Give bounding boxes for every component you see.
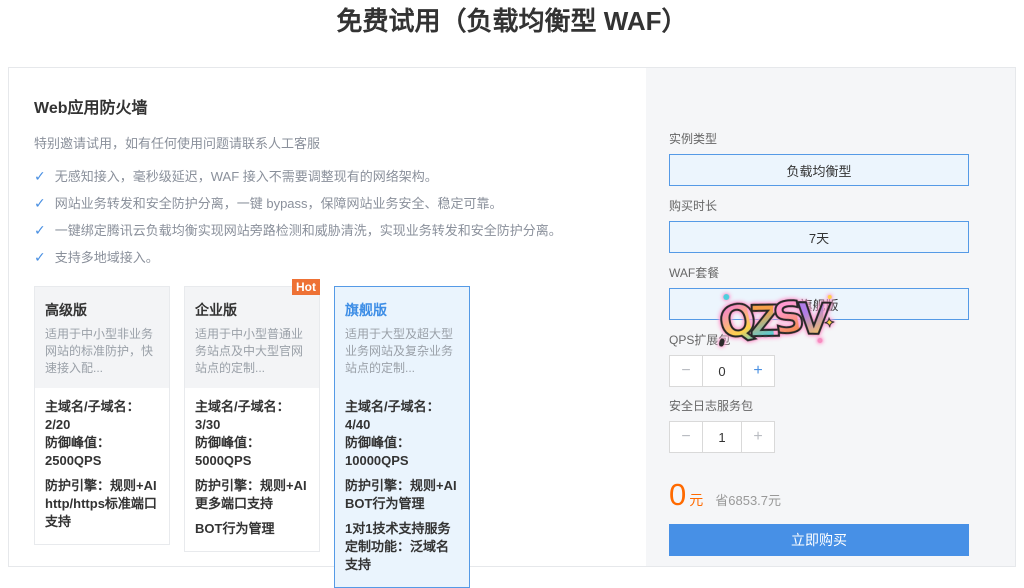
feature-bullet: ✓ 无感知接入，毫秒级延迟，WAF 接入不需要调整现有的网络架构。 — [34, 163, 646, 190]
feature-bullet: ✓ 一键绑定腾讯云负载均衡实现网站旁路检测和威胁清洗，实现业务转发和安全防护分离。 — [34, 217, 646, 244]
price-savings: 省6853.7元 — [715, 490, 781, 509]
plan-feature: 防御峰值：10000QPS — [345, 434, 459, 470]
product-subtitle: 特别邀请试用，如有任何使用问题请联系人工客服 — [34, 133, 646, 152]
plan-feature: http/https标准端口支持 — [45, 495, 159, 531]
feature-bullet: ✓ 支持多地域接入。 — [34, 244, 646, 271]
log-pack-value-input[interactable]: 1 — [702, 422, 742, 452]
plan-card-enterprise[interactable]: Hot企业版适用于中小型普通业务站点及中大型官网站点的定制...主域名/子域名：… — [184, 286, 320, 552]
feature-bullet-text: 支持多地域接入。 — [55, 244, 159, 271]
check-icon: ✓ — [34, 217, 46, 244]
plan-feature: 主域名/子域名：4/40 — [345, 398, 459, 434]
product-title: Web应用防火墙 — [34, 94, 646, 118]
plan-features: 主域名/子域名：4/40防御峰值：10000QPS 防护引擎：规则+AIBOT行为… — [335, 388, 469, 587]
plan-card-advanced[interactable]: 高级版适用于中小型非业务网站的标准防护，快速接入配...主域名/子域名：2/20… — [34, 286, 170, 545]
plan-card-header: 企业版适用于中小型普通业务站点及中大型官网站点的定制... — [185, 287, 319, 388]
feature-bullet: ✓ 网站业务转发和安全防护分离，一键 bypass，保障网站业务安全、稳定可靠。 — [34, 190, 646, 217]
plan-feature: 防御峰值：5000QPS — [195, 434, 309, 470]
buy-now-button[interactable]: 立即购买 — [669, 524, 969, 556]
qps-pack-stepper: −0+ — [669, 355, 775, 387]
plan-feature-group: 主域名/子域名：2/20防御峰值：2500QPS — [45, 398, 159, 470]
plan-feature: 防御峰值：2500QPS — [45, 434, 159, 470]
plan-feature: 防护引擎：规则+AI — [45, 477, 159, 495]
plan-feature: BOT行为管理 — [345, 495, 459, 513]
plan-name: 高级版 — [45, 300, 159, 320]
plan-feature-group: 主域名/子域名：3/30防御峰值：5000QPS — [195, 398, 309, 470]
config-fields: 实例类型负载均衡型购买时长 7天 WAF套餐旗舰版 — [669, 132, 1015, 320]
page-title: 免费试用（负载均衡型 WAF） — [0, 0, 1024, 42]
product-info-section: Web应用防火墙 特别邀请试用，如有任何使用问题请联系人工客服 ✓ 无感知接入，毫… — [9, 68, 646, 566]
plan-feature: 主域名/子域名：3/30 — [195, 398, 309, 434]
addon-steppers: QPS扩展包−0+安全日志服务包−1+ — [669, 333, 1015, 465]
plan-feature-group: 主域名/子域名：4/40防御峰值：10000QPS — [345, 398, 459, 470]
qps-pack-value-input[interactable]: 0 — [702, 356, 742, 386]
feature-bullet-text: 无感知接入，毫秒级延迟，WAF 接入不需要调整现有的网络架构。 — [55, 163, 438, 190]
plan-feature-group: 防护引擎：规则+AI更多端口支持 — [195, 477, 309, 513]
plan-feature-group: 防护引擎：规则+AIBOT行为管理 — [345, 477, 459, 513]
instance-type-label: 实例类型 — [669, 132, 1015, 146]
instance-type-select[interactable]: 负载均衡型 — [669, 154, 969, 186]
duration-select[interactable]: 7天 — [669, 221, 969, 253]
plan-description: 适用于大型及超大型业务网站及复杂业务站点的定制... — [345, 326, 459, 377]
log-pack-minus-button[interactable]: − — [670, 422, 702, 452]
plan-card-list: 高级版适用于中小型非业务网站的标准防护，快速接入配...主域名/子域名：2/20… — [34, 286, 646, 588]
plan-card-ultimate[interactable]: 旗舰版适用于大型及超大型业务网站及复杂业务站点的定制...主域名/子域名：4/4… — [334, 286, 470, 588]
plan-feature: 1对1技术支持服务 — [345, 520, 459, 538]
plan-feature-group: 防护引擎：规则+AIhttp/https标准端口支持 — [45, 477, 159, 531]
plan-feature-group: 1对1技术支持服务定制功能：泛域名支持 — [345, 520, 459, 574]
feature-bullet-list: ✓ 无感知接入，毫秒级延迟，WAF 接入不需要调整现有的网络架构。 ✓ 网站业务转发和… — [34, 163, 646, 271]
hot-badge: Hot — [292, 279, 320, 295]
price-amount: 0 — [669, 479, 686, 511]
plan-description: 适用于中小型非业务网站的标准防护，快速接入配... — [45, 326, 159, 377]
qps-pack-minus-button[interactable]: − — [670, 356, 702, 386]
plan-feature: BOT行为管理 — [195, 520, 309, 538]
plan-feature: 防护引擎：规则+AI — [345, 477, 459, 495]
price-row: 0 元 省6853.7元 — [669, 479, 1015, 511]
plan-name: 企业版 — [195, 300, 309, 320]
plan-features: 主域名/子域名：2/20防御峰值：2500QPS 防护引擎：规则+AIhttp/h… — [35, 388, 169, 544]
plan-card-header: 高级版适用于中小型非业务网站的标准防护，快速接入配... — [35, 287, 169, 388]
purchase-panel: Web应用防火墙 特别邀请试用，如有任何使用问题请联系人工客服 ✓ 无感知接入，毫… — [8, 67, 1016, 567]
waf-package-label: WAF套餐 — [669, 266, 1015, 280]
feature-bullet-text: 一键绑定腾讯云负载均衡实现网站旁路检测和威胁清洗，实现业务转发和安全防护分离。 — [55, 217, 562, 244]
log-pack-plus-button[interactable]: + — [742, 422, 774, 452]
feature-bullet-text: 网站业务转发和安全防护分离，一键 bypass，保障网站业务安全、稳定可靠。 — [55, 190, 503, 217]
plan-feature-group: BOT行为管理 — [195, 520, 309, 538]
qps-pack-plus-button[interactable]: + — [742, 356, 774, 386]
price-unit: 元 — [689, 490, 703, 510]
plan-name: 旗舰版 — [345, 300, 459, 320]
check-icon: ✓ — [34, 244, 46, 271]
waf-package-select[interactable]: 旗舰版 — [669, 288, 969, 320]
log-pack-stepper: −1+ — [669, 421, 775, 453]
plan-feature: 更多端口支持 — [195, 495, 309, 513]
purchase-config-section: 实例类型负载均衡型购买时长7天WAF套餐旗舰版 QPS扩展包−0+安全日志服务包… — [646, 68, 1015, 566]
plan-feature: 主域名/子域名：2/20 — [45, 398, 159, 434]
check-icon: ✓ — [34, 190, 46, 217]
plan-feature: 防护引擎：规则+AI — [195, 477, 309, 495]
plan-description: 适用于中小型普通业务站点及中大型官网站点的定制... — [195, 326, 309, 377]
duration-label: 购买时长 — [669, 199, 1015, 213]
plan-feature: 定制功能：泛域名支持 — [345, 538, 459, 574]
qps-pack-label: QPS扩展包 — [669, 333, 1015, 347]
plan-features: 主域名/子域名：3/30防御峰值：5000QPS 防护引擎：规则+AI更多端口支持… — [185, 388, 319, 551]
plan-card-header: 旗舰版适用于大型及超大型业务网站及复杂业务站点的定制... — [335, 287, 469, 388]
check-icon: ✓ — [34, 163, 46, 190]
log-pack-label: 安全日志服务包 — [669, 399, 1015, 413]
